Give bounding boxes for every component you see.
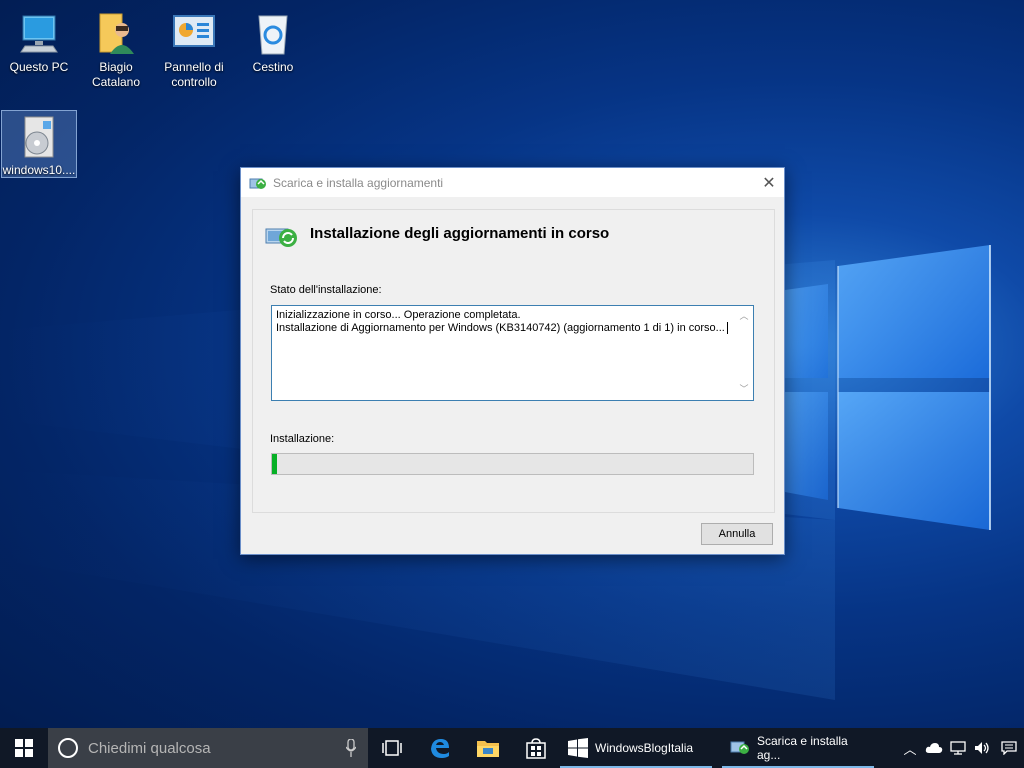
desktop-icon-recycle-bin[interactable]: Cestino (235, 10, 311, 75)
edge-button[interactable] (416, 728, 464, 768)
cancel-button[interactable]: Annulla (701, 523, 773, 545)
dialog-titlebar[interactable]: Scarica e installa aggiornamenti ✕ (241, 168, 784, 197)
microphone-icon[interactable] (345, 738, 357, 757)
control-panel-icon (170, 10, 218, 58)
recycle-bin-icon (249, 10, 297, 58)
user-folder-icon (92, 10, 140, 58)
search-box[interactable]: Chiedimi qualcosa (48, 728, 368, 768)
desktop-icon-this-pc[interactable]: Questo PC (1, 10, 77, 75)
desktop-icon-label: Biagio Catalano (91, 60, 141, 89)
taskbar-app-windowsblogitalia[interactable]: WindowsBlogItalia (560, 728, 712, 768)
desktop-icon-label: Cestino (252, 60, 294, 74)
installation-log[interactable]: Inizializzazione in corso... Operazione … (271, 305, 754, 401)
task-view-button[interactable] (368, 728, 416, 768)
this-pc-icon (15, 10, 63, 58)
log-line: Inizializzazione in corso... Operazione … (276, 309, 521, 321)
system-tray: ︿ (898, 728, 1024, 768)
installer-package-icon (15, 113, 63, 161)
edge-icon (431, 739, 449, 758)
progress-fill (272, 454, 277, 474)
chevron-down-icon[interactable]: ﹀ (737, 383, 751, 396)
taskbar: Chiedimi qualcosa WindowsBlogItalia Scar… (0, 728, 1024, 768)
update-installer-icon (264, 223, 300, 249)
close-icon[interactable]: ✕ (754, 168, 784, 197)
task-view-icon (382, 740, 402, 756)
progress-label: Installazione: (270, 433, 335, 445)
dialog-content-panel: Installazione degli aggiornamenti in cor… (252, 209, 775, 513)
windows-logo-icon (15, 739, 33, 757)
windows-window-icon (568, 738, 588, 758)
desktop-icon-label: Questo PC (9, 60, 69, 74)
store-button[interactable] (512, 728, 560, 768)
dialog-heading: Installazione degli aggiornamenti in cor… (310, 225, 610, 242)
status-label: Stato dell'installazione: (270, 284, 382, 296)
action-center-icon[interactable] (994, 728, 1024, 768)
onedrive-icon[interactable] (922, 728, 946, 768)
cortana-icon (58, 738, 78, 758)
chevron-up-icon[interactable]: ︿ (898, 728, 922, 768)
file-explorer-button[interactable] (464, 728, 512, 768)
network-icon[interactable] (946, 728, 970, 768)
installation-progress-bar (271, 453, 754, 475)
taskbar-app-label: WindowsBlogItalia (595, 741, 694, 755)
folder-icon (477, 741, 499, 757)
taskbar-app-label: Scarica e installa ag... (757, 734, 848, 762)
desktop-icon-installer[interactable]: windows10.... (1, 110, 77, 178)
update-installer-icon (249, 175, 267, 191)
volume-icon[interactable] (970, 728, 994, 768)
update-dialog: Scarica e installa aggiornamenti ✕ Insta… (240, 167, 785, 555)
dialog-title: Scarica e installa aggiornamenti (273, 175, 444, 190)
store-icon (526, 738, 546, 759)
taskbar-app-update-installer[interactable]: Scarica e installa ag... (722, 728, 874, 768)
log-scrollbar[interactable]: ︿ ﹀ (737, 308, 751, 398)
desktop-icon-label: Pannello di controllo (164, 60, 224, 89)
chevron-up-icon[interactable]: ︿ (737, 310, 751, 323)
log-line: Installazione di Aggiornamento per Windo… (276, 322, 749, 335)
desktop-icon-control-panel[interactable]: Pannello di controllo (156, 10, 232, 90)
update-installer-icon (730, 738, 750, 758)
desktop-icon-label: windows10.... (2, 163, 76, 177)
start-button[interactable] (0, 728, 48, 768)
desktop-icon-user-folder[interactable]: Biagio Catalano (78, 10, 154, 90)
search-placeholder: Chiedimi qualcosa (88, 739, 211, 757)
